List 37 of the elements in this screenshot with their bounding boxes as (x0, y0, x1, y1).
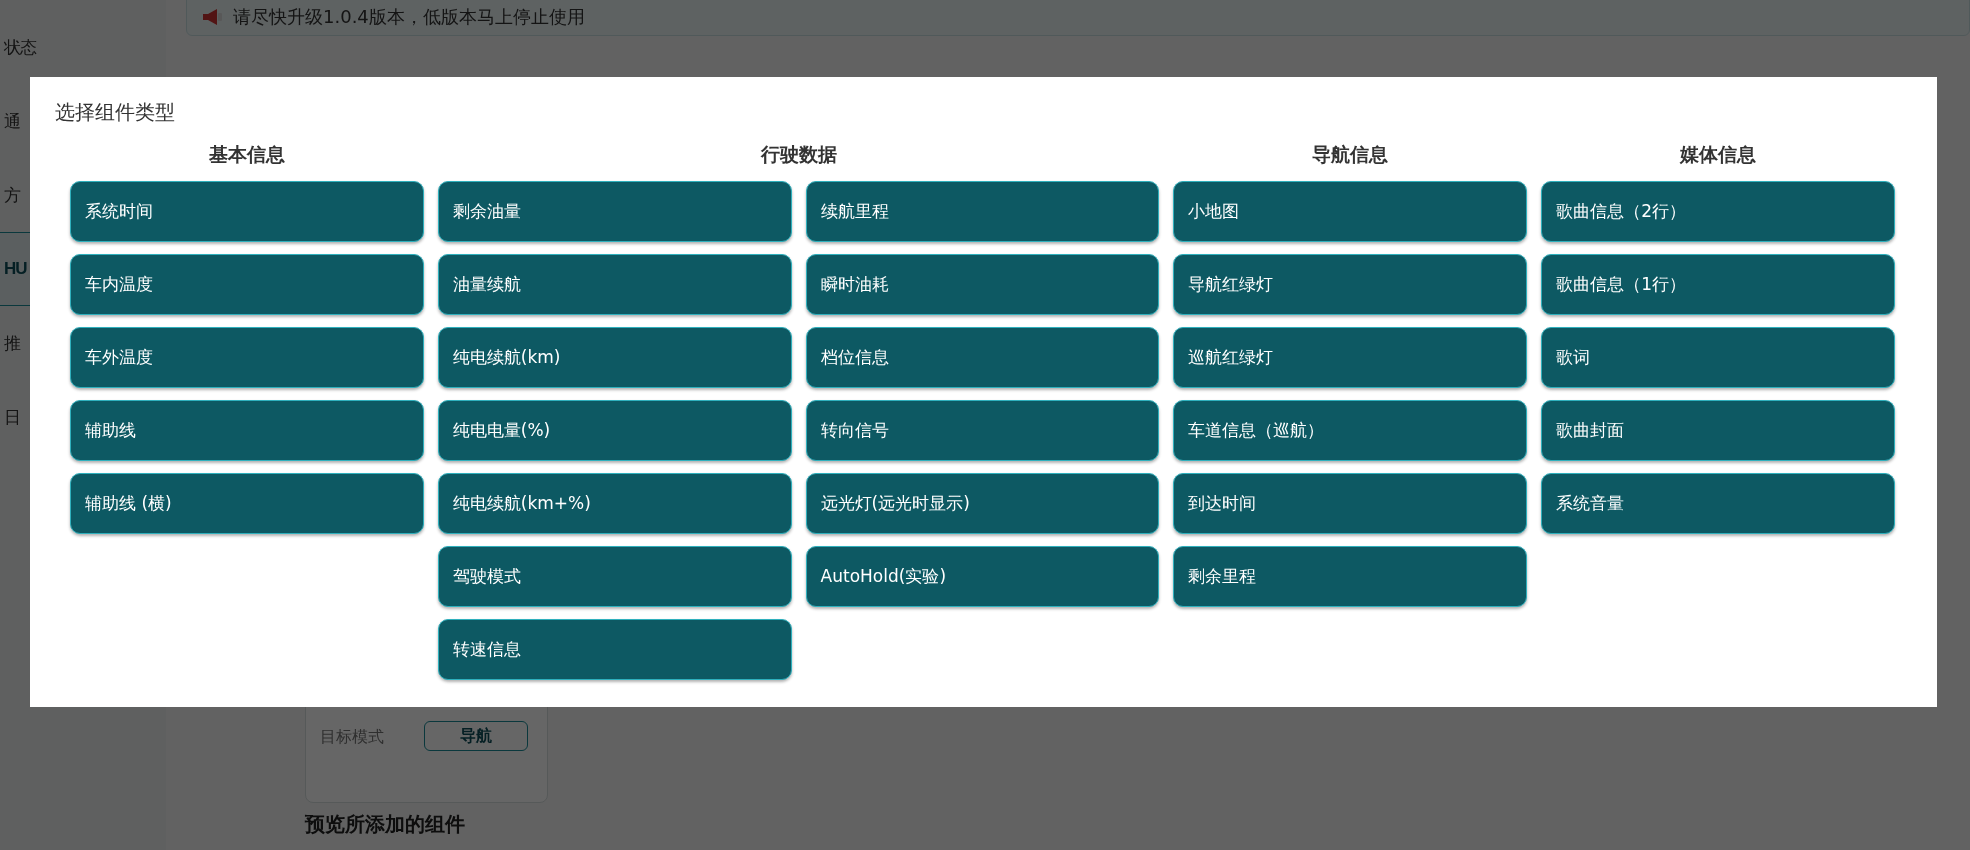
component-button[interactable]: 系统音量 (1541, 473, 1895, 534)
component-button[interactable]: 转向信号 (805, 400, 1160, 461)
component-button[interactable]: 辅助线 (70, 400, 424, 461)
component-button[interactable]: 辅助线 (横) (70, 473, 424, 534)
component-button[interactable]: 远光灯(远光时显示) (805, 473, 1160, 534)
notice-text: 请尽快升级1.0.4版本，低版本马上停止使用 (233, 5, 585, 29)
component-button[interactable]: 油量续航 (437, 254, 792, 315)
component-button[interactable]: 纯电续航(km) (437, 327, 792, 388)
component-button[interactable]: AutoHold(实验) (805, 546, 1160, 607)
component-button[interactable]: 歌曲信息（1行） (1541, 254, 1895, 315)
component-button[interactable]: 驾驶模式 (437, 546, 792, 607)
component-button[interactable]: 车道信息（巡航） (1173, 400, 1528, 461)
dialog-title: 选择组件类型 (55, 99, 176, 126)
section-heading: 预览所添加的组件 (305, 811, 466, 838)
component-button[interactable]: 导航红绿灯 (1173, 254, 1528, 315)
component-button[interactable]: 歌曲信息（2行） (1541, 181, 1895, 242)
group-title: 行驶数据 (760, 142, 837, 167)
component-button[interactable]: 瞬时油耗 (805, 254, 1160, 315)
component-button[interactable]: 档位信息 (805, 327, 1160, 388)
component-button[interactable]: 系统时间 (70, 181, 424, 242)
megaphone-icon (201, 6, 225, 28)
component-button[interactable]: 到达时间 (1173, 473, 1528, 534)
group-title: 媒体信息 (1680, 142, 1757, 167)
component-button[interactable]: 歌词 (1541, 327, 1895, 388)
component-button[interactable]: 车内温度 (70, 254, 424, 315)
component-button[interactable]: 纯电续航(km+%) (437, 473, 792, 534)
component-button[interactable]: 歌曲封面 (1541, 400, 1895, 461)
component-button[interactable]: 小地图 (1173, 181, 1528, 242)
component-button[interactable]: 纯电电量(%) (437, 400, 792, 461)
component-button[interactable]: 剩余油量 (437, 181, 792, 242)
component-button[interactable]: 巡航红绿灯 (1173, 327, 1528, 388)
component-button[interactable]: 转速信息 (437, 619, 792, 680)
component-button[interactable]: 续航里程 (805, 181, 1160, 242)
component-button[interactable]: 车外温度 (70, 327, 424, 388)
component-button[interactable]: 剩余里程 (1173, 546, 1528, 607)
group-title: 基本信息 (208, 142, 285, 167)
group-title: 导航信息 (1312, 142, 1389, 167)
